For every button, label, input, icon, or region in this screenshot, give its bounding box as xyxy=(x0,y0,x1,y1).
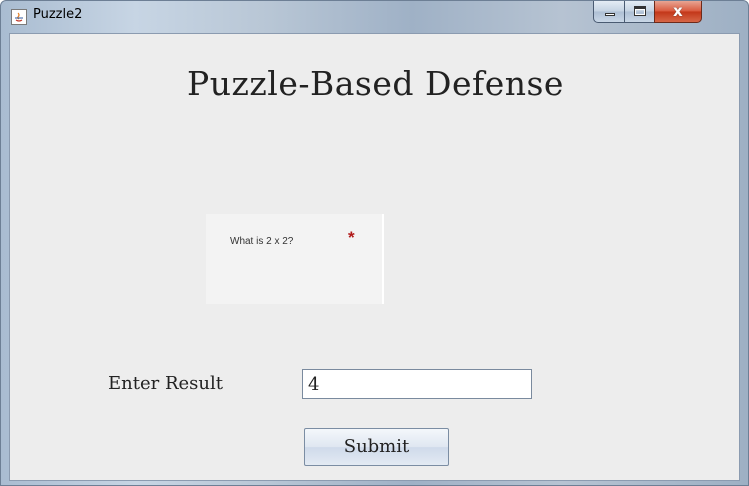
result-label: Enter Result xyxy=(108,373,223,394)
java-app-icon[interactable] xyxy=(11,9,27,25)
app-window: Puzzle2 x Puzzle-Based Defense What is 2… xyxy=(0,0,749,486)
title-bar[interactable]: Puzzle2 x xyxy=(1,1,748,33)
captcha-question: What is 2 x 2? xyxy=(230,236,294,247)
close-button[interactable]: x xyxy=(654,1,702,23)
result-input[interactable] xyxy=(302,369,532,399)
page-title: Puzzle-Based Defense xyxy=(187,64,564,103)
maximize-button[interactable] xyxy=(624,1,655,23)
maximize-icon xyxy=(634,6,646,16)
close-icon: x xyxy=(673,2,683,20)
window-title: Puzzle2 xyxy=(33,7,83,22)
content-panel: Puzzle-Based Defense What is 2 x 2? * En… xyxy=(9,33,740,481)
minimize-button[interactable] xyxy=(593,1,625,23)
required-marker: * xyxy=(348,228,355,247)
captcha-puzzle: What is 2 x 2? * xyxy=(206,214,384,304)
minimize-icon xyxy=(605,13,615,16)
submit-button[interactable]: Submit xyxy=(304,428,449,466)
